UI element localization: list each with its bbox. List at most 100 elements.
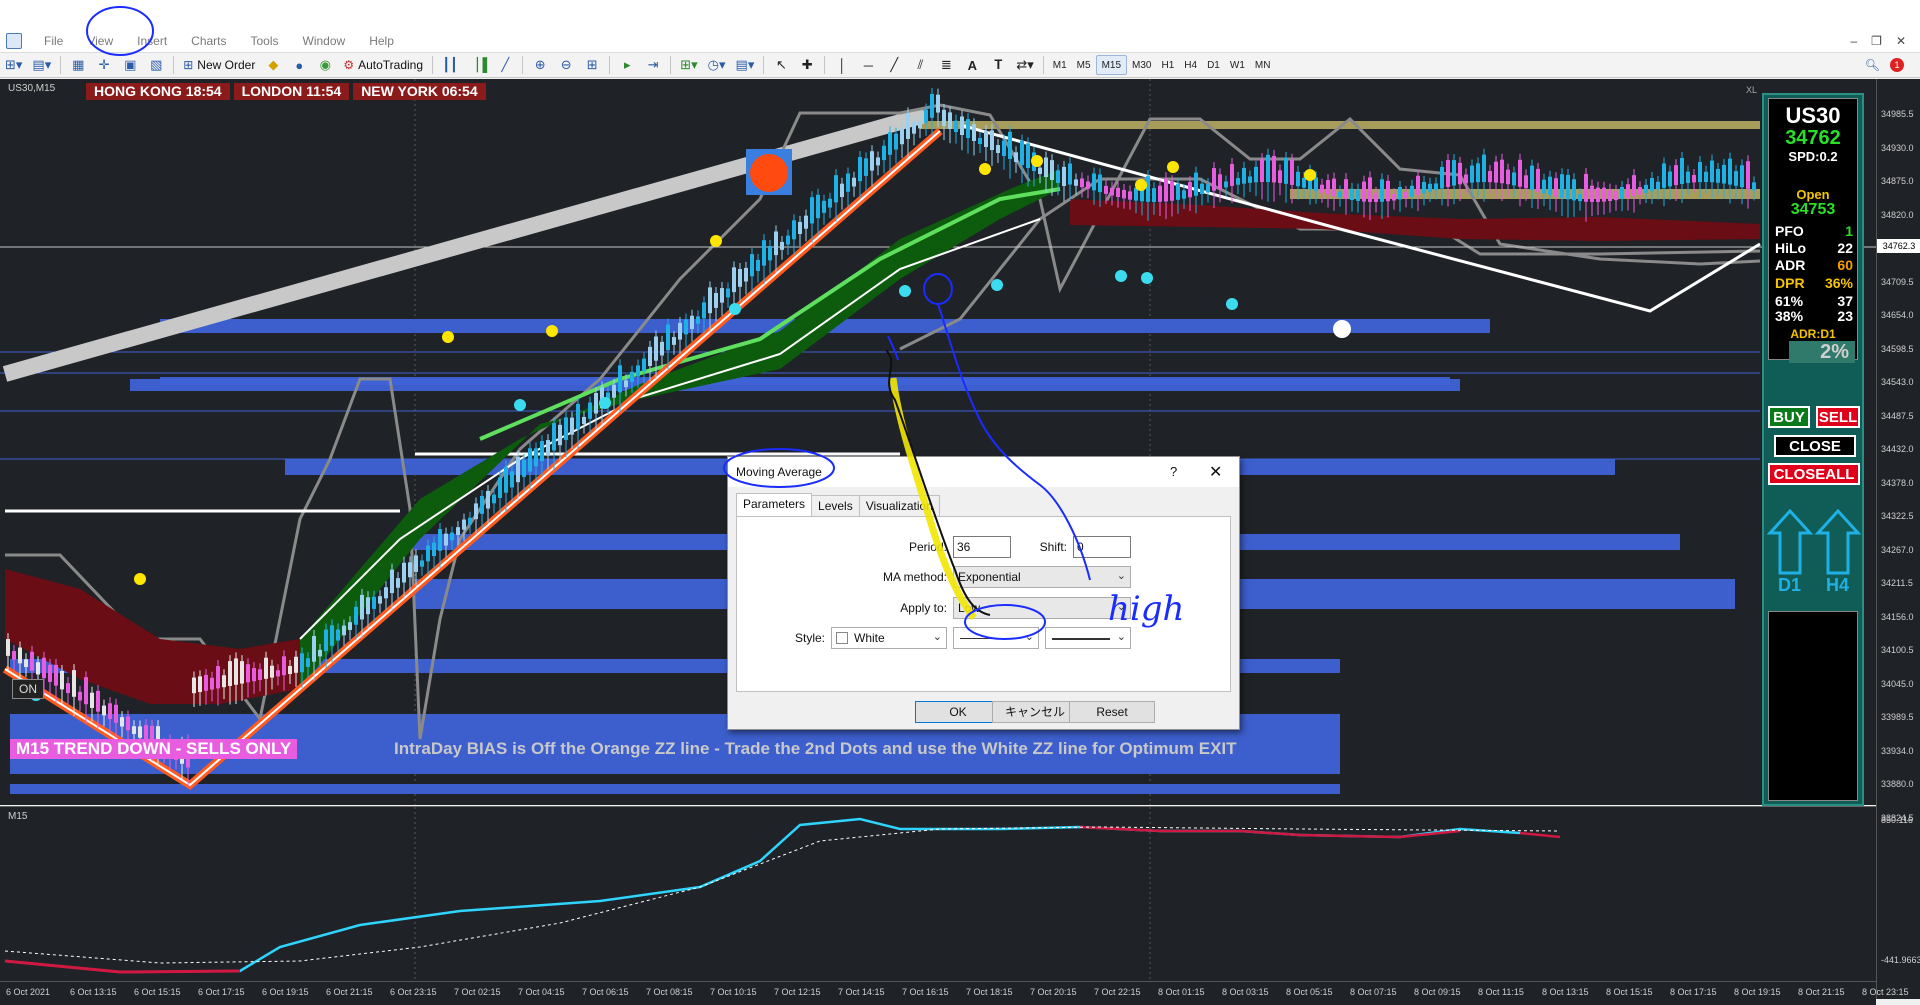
navigator-icon[interactable]: ▣ (119, 55, 141, 75)
new-order-button[interactable]: ⊞ New Order (180, 55, 258, 75)
vps-icon[interactable]: ◉ (314, 55, 336, 75)
minimize-icon[interactable]: – (1850, 34, 1857, 48)
buy-button[interactable]: BUY (1768, 406, 1810, 428)
timeframe-m15[interactable]: M15 (1095, 55, 1128, 75)
timeframe-h1[interactable]: H1 (1156, 55, 1179, 75)
close-window-icon[interactable]: ✕ (1896, 34, 1906, 48)
new-chart-icon[interactable]: ⊞▾ (2, 55, 25, 75)
ok-button[interactable]: OK (915, 701, 1001, 723)
panel-stat-value: 36% (1824, 275, 1853, 291)
indicator-subwindow[interactable]: M15 (0, 806, 1876, 982)
menu-insert[interactable]: Insert (125, 34, 179, 48)
periods-icon[interactable]: ◷▾ (705, 55, 729, 75)
line-width-select[interactable]: ⌄ (1045, 627, 1131, 649)
price-tick: 34045.0 (1881, 678, 1914, 689)
channel-icon[interactable]: ⫽ (909, 55, 931, 75)
time-tick: 6 Oct 19:15 (262, 987, 309, 997)
notification-badge[interactable]: 1 (1890, 58, 1904, 72)
sell-button[interactable]: SELL (1816, 406, 1860, 428)
tab-visualization[interactable]: Visualization (858, 495, 940, 518)
menu-file[interactable]: File (32, 34, 75, 48)
reset-button[interactable]: Reset (1069, 701, 1155, 723)
toolbar: ⊞▾ ▤▾ ▦ ✛ ▣ ▧ ⊞ New Order ◆ ● ◉ ⚙ AutoTrad… (0, 52, 1920, 78)
candle-body (360, 594, 364, 620)
line-style-select[interactable]: ⌄ (953, 627, 1039, 649)
timeframe-m5[interactable]: M5 (1072, 55, 1096, 75)
shapes-icon[interactable]: ⇄▾ (1013, 55, 1036, 75)
candle-body (1026, 143, 1030, 168)
candle-body (1584, 173, 1588, 202)
candle-body (750, 254, 754, 277)
autotrading-button[interactable]: ⚙ AutoTrading (340, 55, 426, 75)
bar-chart-icon[interactable]: ┃┃ (439, 55, 461, 75)
signals-icon[interactable]: ● (288, 55, 310, 75)
price-tick: 34598.5 (1881, 343, 1914, 354)
candlestick-icon[interactable]: ▕▐ (465, 55, 490, 75)
timeframe-h4[interactable]: H4 (1179, 55, 1202, 75)
candle-body (672, 337, 676, 345)
apply-to-select[interactable]: Low ⌄ (953, 597, 1131, 619)
crosshair-icon[interactable]: ✚ (796, 55, 818, 75)
price-tick: 34322.5 (1881, 511, 1914, 521)
cursor-icon[interactable]: ↖ (770, 55, 792, 75)
templates-icon[interactable]: ▤▾ (733, 55, 758, 75)
candle-body (270, 665, 274, 678)
candle-body (582, 416, 586, 425)
tab-levels[interactable]: Levels (811, 495, 860, 518)
close-button[interactable]: CLOSE (1774, 435, 1856, 457)
fibonacci-icon[interactable]: ≣ (935, 55, 957, 75)
signal-dot-cyan (991, 279, 1003, 291)
time-tick: 7 Oct 08:15 (646, 987, 693, 997)
zoom-out-icon[interactable]: ⊖ (555, 55, 577, 75)
on-toggle-button[interactable]: ON (12, 679, 44, 699)
ma-method-select[interactable]: Exponential ⌄ (953, 566, 1131, 588)
candle-body (936, 94, 940, 113)
zoom-in-icon[interactable]: ⊕ (529, 55, 551, 75)
menu-charts[interactable]: Charts (179, 34, 238, 48)
help-icon[interactable]: ? (1170, 464, 1177, 479)
timeframe-d1[interactable]: D1 (1202, 55, 1225, 75)
market-watch-icon[interactable]: ▦ (67, 55, 89, 75)
closeall-button[interactable]: CLOSEALL (1768, 463, 1860, 485)
menu-window[interactable]: Window (291, 34, 358, 48)
oscillator-line-down (1079, 825, 1461, 839)
search-icon[interactable]: 🔍︎ (1865, 58, 1880, 72)
menu-view[interactable]: View (75, 34, 125, 48)
candle-body (450, 532, 454, 541)
text-icon[interactable]: A (961, 55, 983, 75)
label-icon[interactable]: 𝐓 (987, 55, 1009, 75)
timeframe-mn[interactable]: MN (1250, 55, 1276, 75)
signal-dot-yellow (710, 235, 722, 247)
menu-help[interactable]: Help (357, 34, 406, 48)
chevron-down-icon: ⌄ (1116, 570, 1126, 582)
horizontal-line-icon[interactable]: ─ (857, 55, 879, 75)
market-icon[interactable]: ◆ (262, 55, 284, 75)
profiles-icon[interactable]: ▤▾ (29, 55, 54, 75)
timeframe-w1[interactable]: W1 (1225, 55, 1250, 75)
restore-icon[interactable]: ❐ (1871, 34, 1882, 48)
timeframe-m1[interactable]: M1 (1048, 55, 1072, 75)
timeframe-m30[interactable]: M30 (1127, 55, 1156, 75)
candle-body (1128, 191, 1132, 200)
period-input[interactable]: 36 (953, 536, 1011, 558)
auto-scroll-icon[interactable]: ▸ (616, 55, 638, 75)
signal-dot-cyan (599, 397, 611, 409)
indicators-icon[interactable]: ⊞▾ (677, 55, 700, 75)
cancel-button[interactable]: キャンセル (992, 701, 1078, 723)
candle-body (1428, 183, 1432, 192)
close-icon[interactable]: ✕ (1209, 462, 1222, 482)
trendline-icon[interactable]: ╱ (883, 55, 905, 75)
candle-body (1476, 163, 1480, 183)
tester-icon[interactable]: ▧ (145, 55, 167, 75)
style-color-select[interactable]: White ⌄ (831, 627, 947, 649)
candle-body (816, 194, 820, 219)
shift-input[interactable]: 0 (1073, 536, 1131, 558)
tile-windows-icon[interactable]: ⊞ (581, 55, 603, 75)
candle-body (480, 495, 484, 514)
line-chart-icon[interactable]: ╱ (494, 55, 516, 75)
crosshair-move-icon[interactable]: ✛ (93, 55, 115, 75)
vertical-line-icon[interactable]: │ (831, 55, 853, 75)
tab-parameters[interactable]: Parameters (736, 493, 813, 516)
menu-tools[interactable]: Tools (239, 34, 291, 48)
chart-shift-icon[interactable]: ⇥ (642, 55, 664, 75)
